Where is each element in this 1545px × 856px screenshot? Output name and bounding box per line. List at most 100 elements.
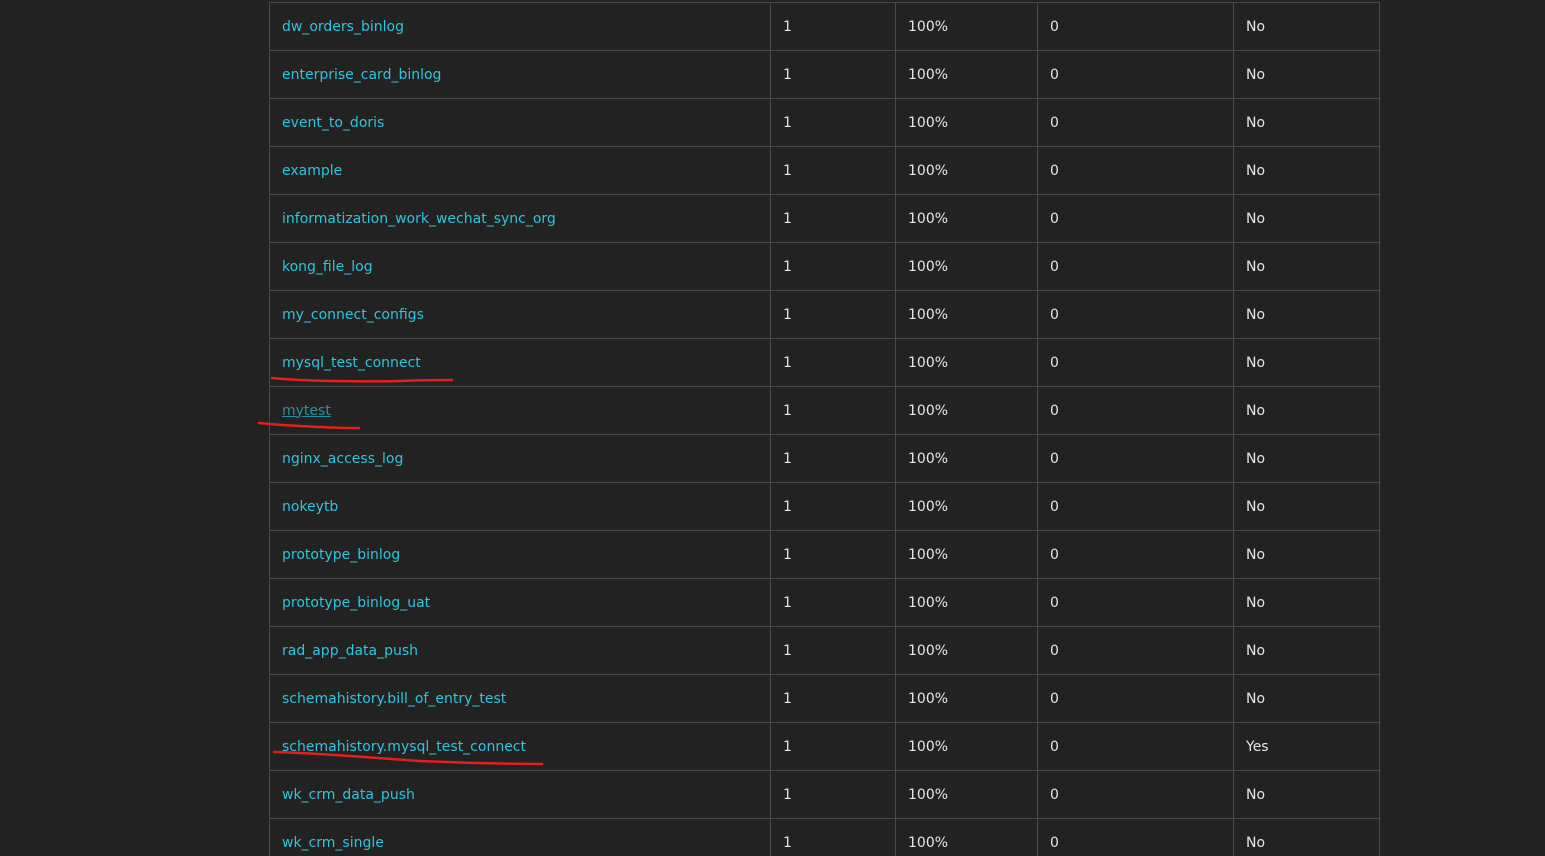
topic-name-link[interactable]: mytest bbox=[282, 403, 331, 419]
preferred-replicas-cell: 100% bbox=[895, 770, 1038, 819]
topic-name-link[interactable]: schemahistory.bill_of_entry_test bbox=[282, 691, 506, 707]
table-row: nginx_access_log 1 100% 0 No bbox=[269, 434, 1380, 483]
preferred-replicas-cell: 100% bbox=[895, 386, 1038, 435]
topic-name-cell: wk_crm_single bbox=[269, 818, 771, 856]
topic-name-link[interactable]: prototype_binlog bbox=[282, 547, 400, 563]
under-replicated-cell: 0 bbox=[1037, 194, 1234, 243]
internal-flag-cell: No bbox=[1233, 50, 1380, 99]
internal-flag-cell: No bbox=[1233, 2, 1380, 51]
under-replicated-cell: 0 bbox=[1037, 338, 1234, 387]
preferred-replicas-cell: 100% bbox=[895, 338, 1038, 387]
preferred-replicas-cell: 100% bbox=[895, 578, 1038, 627]
preferred-replicas-cell: 100% bbox=[895, 2, 1038, 51]
table-row: schemahistory.mysql_test_connect 1 100% 0 Ye… bbox=[269, 722, 1380, 771]
internal-flag-cell: No bbox=[1233, 770, 1380, 819]
under-replicated-cell: 0 bbox=[1037, 626, 1234, 675]
topic-name-link[interactable]: kong_file_log bbox=[282, 259, 373, 275]
partitions-cell: 1 bbox=[770, 482, 896, 531]
topic-name-link[interactable]: schemahistory.mysql_test_connect bbox=[282, 739, 526, 755]
partitions-cell: 1 bbox=[770, 722, 896, 771]
table-row: nokeytb 1 100% 0 No bbox=[269, 482, 1380, 531]
topic-name-cell: schemahistory.mysql_test_connect bbox=[269, 722, 771, 771]
topic-name-link[interactable]: my_connect_configs bbox=[282, 307, 424, 323]
table-row: prototype_binlog_uat 1 100% 0 No bbox=[269, 578, 1380, 627]
partitions-cell: 1 bbox=[770, 194, 896, 243]
partitions-cell: 1 bbox=[770, 530, 896, 579]
preferred-replicas-cell: 100% bbox=[895, 722, 1038, 771]
under-replicated-cell: 0 bbox=[1037, 818, 1234, 856]
under-replicated-cell: 0 bbox=[1037, 50, 1234, 99]
table-row: wk_crm_data_push 1 100% 0 No bbox=[269, 770, 1380, 819]
partitions-cell: 1 bbox=[770, 434, 896, 483]
table-row: wk_crm_single 1 100% 0 No bbox=[269, 818, 1380, 856]
internal-flag-cell: No bbox=[1233, 338, 1380, 387]
topic-name-link[interactable]: prototype_binlog_uat bbox=[282, 595, 430, 611]
kafka-topics-page: dw_orders_binlog 1 100% 0 No enterprise_card_… bbox=[0, 0, 1545, 856]
preferred-replicas-cell: 100% bbox=[895, 674, 1038, 723]
partitions-cell: 1 bbox=[770, 770, 896, 819]
topic-name-cell: nokeytb bbox=[269, 482, 771, 531]
topic-name-cell: enterprise_card_binlog bbox=[269, 50, 771, 99]
internal-flag-cell: No bbox=[1233, 578, 1380, 627]
table-row: rad_app_data_push 1 100% 0 No bbox=[269, 626, 1380, 675]
table-row: dw_orders_binlog 1 100% 0 No bbox=[269, 2, 1380, 51]
topic-name-cell: schemahistory.bill_of_entry_test bbox=[269, 674, 771, 723]
topic-name-link[interactable]: wk_crm_data_push bbox=[282, 787, 415, 803]
topic-name-link[interactable]: mysql_test_connect bbox=[282, 355, 421, 371]
table-row: event_to_doris 1 100% 0 No bbox=[269, 98, 1380, 147]
topic-name-link[interactable]: event_to_doris bbox=[282, 115, 384, 131]
topics-table-body: dw_orders_binlog 1 100% 0 No enterprise_card_… bbox=[269, 2, 1380, 856]
topic-name-link[interactable]: nokeytb bbox=[282, 499, 338, 515]
internal-flag-cell: No bbox=[1233, 626, 1380, 675]
under-replicated-cell: 0 bbox=[1037, 482, 1234, 531]
topic-name-link[interactable]: enterprise_card_binlog bbox=[282, 67, 441, 83]
under-replicated-cell: 0 bbox=[1037, 146, 1234, 195]
under-replicated-cell: 0 bbox=[1037, 722, 1234, 771]
topic-name-cell: kong_file_log bbox=[269, 242, 771, 291]
topic-name-cell: rad_app_data_push bbox=[269, 626, 771, 675]
table-row: example 1 100% 0 No bbox=[269, 146, 1380, 195]
preferred-replicas-cell: 100% bbox=[895, 530, 1038, 579]
preferred-replicas-cell: 100% bbox=[895, 194, 1038, 243]
partitions-cell: 1 bbox=[770, 290, 896, 339]
topic-name-link[interactable]: wk_crm_single bbox=[282, 835, 384, 851]
partitions-cell: 1 bbox=[770, 674, 896, 723]
topic-name-cell: example bbox=[269, 146, 771, 195]
preferred-replicas-cell: 100% bbox=[895, 242, 1038, 291]
topic-name-cell: mysql_test_connect bbox=[269, 338, 771, 387]
topic-name-link[interactable]: rad_app_data_push bbox=[282, 643, 418, 659]
preferred-replicas-cell: 100% bbox=[895, 290, 1038, 339]
table-row: mytest 1 100% 0 No bbox=[269, 386, 1380, 435]
internal-flag-cell: No bbox=[1233, 818, 1380, 856]
preferred-replicas-cell: 100% bbox=[895, 146, 1038, 195]
internal-flag-cell: No bbox=[1233, 530, 1380, 579]
partitions-cell: 1 bbox=[770, 818, 896, 856]
partitions-cell: 1 bbox=[770, 338, 896, 387]
topic-name-cell: nginx_access_log bbox=[269, 434, 771, 483]
preferred-replicas-cell: 100% bbox=[895, 626, 1038, 675]
table-row: enterprise_card_binlog 1 100% 0 No bbox=[269, 50, 1380, 99]
topic-name-link[interactable]: dw_orders_binlog bbox=[282, 19, 404, 35]
internal-flag-cell: No bbox=[1233, 98, 1380, 147]
topic-name-link[interactable]: informatization_work_wechat_sync_org bbox=[282, 211, 556, 227]
internal-flag-cell: No bbox=[1233, 482, 1380, 531]
under-replicated-cell: 0 bbox=[1037, 386, 1234, 435]
under-replicated-cell: 0 bbox=[1037, 242, 1234, 291]
topic-name-cell: prototype_binlog bbox=[269, 530, 771, 579]
topic-name-cell: mytest bbox=[269, 386, 771, 435]
partitions-cell: 1 bbox=[770, 386, 896, 435]
topic-name-cell: my_connect_configs bbox=[269, 290, 771, 339]
internal-flag-cell: No bbox=[1233, 242, 1380, 291]
under-replicated-cell: 0 bbox=[1037, 290, 1234, 339]
partitions-cell: 1 bbox=[770, 242, 896, 291]
partitions-cell: 1 bbox=[770, 146, 896, 195]
partitions-cell: 1 bbox=[770, 626, 896, 675]
topic-name-link[interactable]: nginx_access_log bbox=[282, 451, 403, 467]
topic-name-cell: prototype_binlog_uat bbox=[269, 578, 771, 627]
under-replicated-cell: 0 bbox=[1037, 434, 1234, 483]
internal-flag-cell: No bbox=[1233, 674, 1380, 723]
topic-name-link[interactable]: example bbox=[282, 163, 342, 179]
partitions-cell: 1 bbox=[770, 50, 896, 99]
topic-name-cell: informatization_work_wechat_sync_org bbox=[269, 194, 771, 243]
topic-name-cell: wk_crm_data_push bbox=[269, 770, 771, 819]
